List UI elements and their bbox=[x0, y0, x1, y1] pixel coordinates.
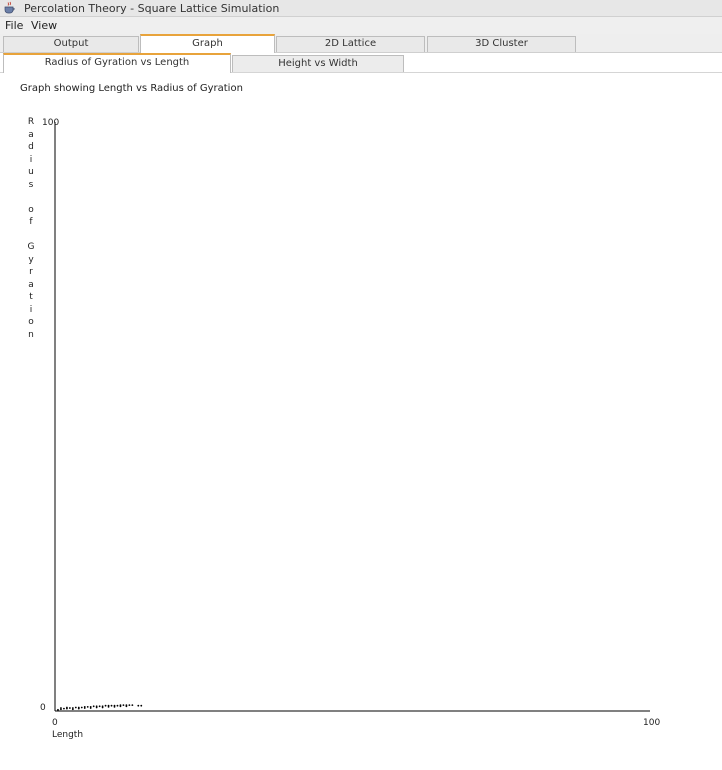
tab-3d-cluster[interactable]: 3D Cluster bbox=[427, 36, 576, 52]
data-point bbox=[95, 706, 98, 709]
scatter-plot: 100 00 100 Length bbox=[40, 118, 660, 740]
menu-view[interactable]: View bbox=[31, 19, 57, 32]
title-bar: Percolation Theory - Square Lattice Simu… bbox=[0, 0, 722, 17]
data-point bbox=[98, 705, 101, 708]
data-point bbox=[128, 704, 131, 707]
data-point bbox=[66, 706, 68, 709]
tab-2d-lattice[interactable]: 2D Lattice bbox=[276, 36, 425, 52]
graph-subtab-bar: Radius of Gyration vs Length Height vs W… bbox=[0, 53, 722, 73]
y-tick-label-max: 100 bbox=[42, 118, 59, 128]
data-point bbox=[86, 705, 89, 708]
data-point bbox=[83, 707, 86, 709]
x-tick-label-min: 0 bbox=[52, 718, 58, 728]
data-point bbox=[71, 708, 74, 711]
data-point bbox=[125, 705, 128, 708]
tab-graph[interactable]: Graph bbox=[140, 34, 275, 53]
data-point bbox=[119, 705, 122, 708]
data-point bbox=[113, 705, 116, 708]
data-point bbox=[140, 704, 143, 707]
y-tick-label-min: 0 bbox=[40, 703, 46, 713]
menu-bar: File View bbox=[0, 17, 722, 35]
data-point bbox=[110, 704, 113, 707]
data-point bbox=[80, 706, 83, 709]
x-tick-label-max: 100 bbox=[643, 718, 660, 728]
data-point bbox=[107, 705, 110, 708]
main-tab-bar: Output Graph 2D Lattice 3D Cluster bbox=[0, 34, 722, 53]
graph-panel: Graph showing Length vs Radius of Gyrati… bbox=[0, 73, 722, 770]
java-cup-icon bbox=[4, 1, 15, 14]
data-point bbox=[63, 707, 65, 710]
menu-file[interactable]: File bbox=[5, 19, 23, 32]
subtab-radius-vs-length[interactable]: Radius of Gyration vs Length bbox=[3, 53, 231, 73]
data-point bbox=[137, 704, 140, 707]
data-point bbox=[92, 705, 95, 708]
data-point bbox=[122, 704, 125, 707]
subtab-height-vs-width[interactable]: Height vs Width bbox=[232, 55, 404, 72]
data-point bbox=[77, 707, 80, 710]
data-point bbox=[68, 707, 71, 709]
window-title: Percolation Theory - Square Lattice Simu… bbox=[24, 2, 280, 15]
data-point bbox=[101, 706, 104, 709]
tab-output[interactable]: Output bbox=[3, 36, 139, 52]
data-point bbox=[74, 706, 77, 709]
data-point bbox=[57, 708, 59, 711]
x-axis-label: Length bbox=[52, 730, 83, 740]
data-point bbox=[116, 704, 119, 707]
data-point bbox=[104, 704, 107, 707]
data-point bbox=[131, 704, 134, 707]
data-point bbox=[89, 707, 92, 709]
data-point bbox=[60, 707, 62, 709]
